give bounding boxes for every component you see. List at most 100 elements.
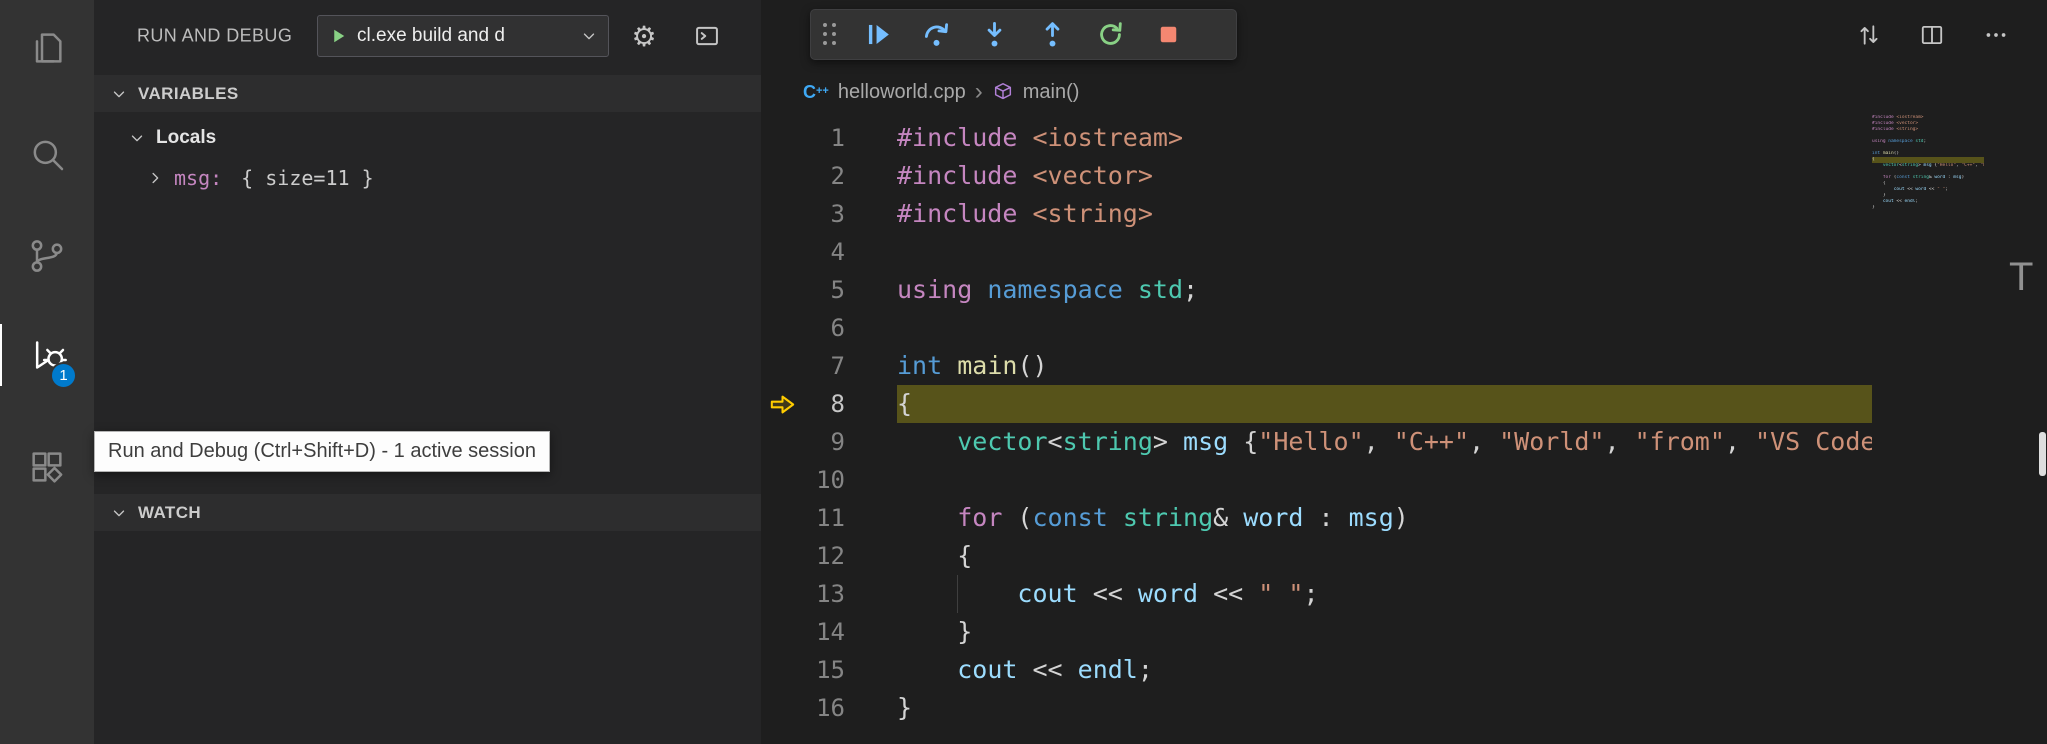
code-line[interactable]: 14 }	[761, 613, 1872, 651]
glyph-margin[interactable]	[761, 309, 805, 347]
breadcrumb-symbol[interactable]: main()	[1023, 81, 1080, 104]
restart-button[interactable]	[1081, 13, 1139, 57]
code-text[interactable]: vector<string> msg {"Hello", "C++", "Wor…	[897, 423, 1872, 461]
line-number[interactable]: 8	[805, 385, 845, 423]
split-editor-button[interactable]	[1913, 16, 1951, 54]
line-number[interactable]: 11	[805, 499, 845, 537]
code-text[interactable]: #include <string>	[897, 195, 1872, 233]
code-text[interactable]: #include <vector>	[897, 157, 1872, 195]
glyph-margin[interactable]	[761, 613, 805, 651]
minimap[interactable]: #include <iostream>#include <vector>#inc…	[1872, 115, 1984, 740]
line-number[interactable]: 15	[805, 651, 845, 689]
glyph-margin[interactable]	[761, 651, 805, 689]
code-line[interactable]: 11 for (const string& word : msg)	[761, 499, 1872, 537]
line-number[interactable]: 6	[805, 309, 845, 347]
code-text[interactable]: {	[897, 537, 1872, 575]
drag-handle[interactable]	[823, 23, 837, 46]
glyph-margin[interactable]	[761, 157, 805, 195]
glyph-margin[interactable]	[761, 537, 805, 575]
code-line[interactable]: 2 #include <vector>	[761, 157, 1872, 195]
line-number[interactable]: 1	[805, 119, 845, 157]
code-text[interactable]: {	[897, 385, 1872, 423]
more-actions-button[interactable]	[1977, 16, 2015, 54]
variable-value: { size=11 }	[241, 166, 373, 190]
line-number[interactable]: 13	[805, 575, 845, 613]
glyph-margin[interactable]	[761, 119, 805, 157]
current-statement-arrow-icon	[769, 391, 796, 418]
stop-button[interactable]	[1139, 13, 1197, 57]
code-line[interactable]: 9 vector<string> msg {"Hello", "C++", "W…	[761, 423, 1872, 461]
code-line[interactable]: 4	[761, 233, 1872, 271]
code-line[interactable]: 8{	[761, 385, 1872, 423]
line-number[interactable]: 10	[805, 461, 845, 499]
code-line[interactable]: 13 cout << word << " ";	[761, 575, 1872, 613]
line-number[interactable]: 2	[805, 157, 845, 195]
glyph-margin[interactable]	[761, 499, 805, 537]
glyph-margin[interactable]	[761, 195, 805, 233]
code-token: }	[897, 617, 972, 646]
code-text[interactable]	[897, 461, 1872, 499]
code-text[interactable]: }	[897, 689, 1872, 727]
glyph-margin[interactable]	[761, 233, 805, 271]
activity-item-source-control[interactable]	[0, 225, 94, 287]
variables-section-header[interactable]: VARIABLES	[94, 75, 761, 112]
code-line[interactable]: 10	[761, 461, 1872, 499]
line-number[interactable]: 12	[805, 537, 845, 575]
scrollbar-thumb[interactable]	[2039, 432, 2046, 476]
code-text[interactable]: cout << word << " ";	[897, 575, 1872, 613]
code-token	[972, 275, 987, 304]
code-line[interactable]: 5 using namespace std;	[761, 271, 1872, 309]
code-token: ,	[1469, 427, 1499, 456]
line-number[interactable]: 4	[805, 233, 845, 271]
variable-row-msg[interactable]: msg: { size=11 }	[94, 158, 761, 198]
continue-button[interactable]	[849, 13, 907, 57]
debug-config-dropdown[interactable]: cl.exe build and d	[317, 15, 609, 57]
glyph-margin[interactable]	[761, 271, 805, 309]
code-line[interactable]: 6	[761, 309, 1872, 347]
code-line[interactable]: 1 #include <iostream>	[761, 119, 1872, 157]
code-text[interactable]: for (const string& word : msg)	[897, 499, 1872, 537]
code-text[interactable]	[897, 233, 1872, 271]
code-line[interactable]: 12 {	[761, 537, 1872, 575]
activity-item-extensions[interactable]	[0, 436, 94, 498]
activity-item-run-and-debug[interactable]: 1	[0, 324, 94, 386]
watch-section-header[interactable]: WATCH	[94, 494, 761, 531]
breadcrumb-file[interactable]: helloworld.cpp	[838, 81, 966, 104]
code-line[interactable]: 7 int main()	[761, 347, 1872, 385]
code-line[interactable]: 15 cout << endl;	[761, 651, 1872, 689]
glyph-margin[interactable]	[761, 347, 805, 385]
code-text[interactable]: using namespace std;	[897, 271, 1872, 309]
locals-scope-label: Locals	[156, 127, 216, 149]
line-number[interactable]: 9	[805, 423, 845, 461]
glyph-margin[interactable]	[761, 461, 805, 499]
debug-console-icon[interactable]	[691, 20, 723, 52]
step-over-button[interactable]	[907, 13, 965, 57]
code-text[interactable]: int main()	[897, 347, 1872, 385]
glyph-margin[interactable]	[761, 385, 805, 423]
start-debugging-icon[interactable]	[328, 26, 348, 46]
code-token: std	[1138, 275, 1183, 304]
compare-changes-button[interactable]	[1850, 16, 1888, 54]
line-number[interactable]: 5	[805, 271, 845, 309]
glyph-margin[interactable]	[761, 423, 805, 461]
activity-item-explorer[interactable]	[0, 17, 94, 79]
step-out-button[interactable]	[1023, 13, 1081, 57]
line-number[interactable]: 14	[805, 613, 845, 651]
line-number[interactable]: 16	[805, 689, 845, 727]
glyph-margin[interactable]	[761, 689, 805, 727]
line-number[interactable]: 3	[805, 195, 845, 233]
activity-item-search[interactable]	[0, 123, 94, 185]
line-number[interactable]: 7	[805, 347, 845, 385]
code-token: cout	[1017, 579, 1077, 608]
code-text[interactable]: #include <iostream>	[897, 119, 1872, 157]
code-line[interactable]: 3 #include <string>	[761, 195, 1872, 233]
code-text[interactable]	[897, 309, 1872, 347]
code-text[interactable]: }	[897, 613, 1872, 651]
code-text[interactable]: cout << endl;	[897, 651, 1872, 689]
locals-scope-row[interactable]: Locals	[94, 118, 761, 158]
step-into-button[interactable]	[965, 13, 1023, 57]
glyph-margin[interactable]	[761, 575, 805, 613]
code-token: msg	[1183, 427, 1228, 456]
gear-icon[interactable]: ⚙	[628, 20, 660, 52]
code-line[interactable]: 16}	[761, 689, 1872, 727]
